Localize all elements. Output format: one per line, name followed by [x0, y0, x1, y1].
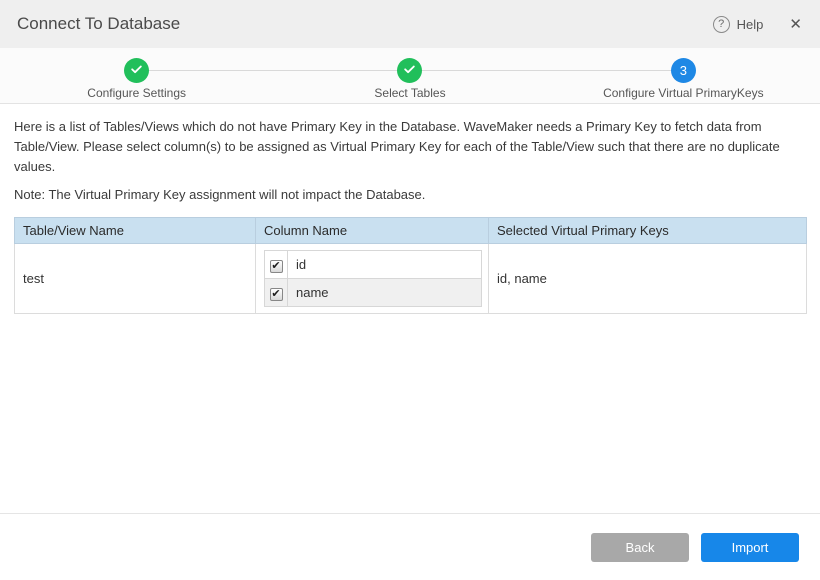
- step-select-tables[interactable]: Select Tables: [273, 48, 546, 103]
- help-icon[interactable]: ?: [713, 16, 730, 33]
- wizard-steps: Configure Settings Select Tables 3 Confi…: [0, 48, 820, 104]
- checkbox-cell: ✔: [265, 251, 288, 279]
- step1-circle[interactable]: [124, 58, 149, 83]
- header-table-view-name: Table/View Name: [15, 218, 256, 244]
- column-row-name: ✔ name: [265, 279, 482, 307]
- column-row-id: ✔ id: [265, 251, 482, 279]
- import-button[interactable]: Import: [701, 533, 799, 562]
- dialog-titlebar: Connect To Database ? Help ✕: [0, 0, 820, 48]
- table-row: test ✔ id ✔: [15, 244, 807, 314]
- header-selected-virtual-primary-keys: Selected Virtual Primary Keys: [489, 218, 807, 244]
- check-icon: [403, 63, 416, 79]
- description-text: Here is a list of Tables/Views which do …: [14, 117, 806, 177]
- close-icon[interactable]: ✕: [789, 17, 802, 32]
- checkbox-name[interactable]: ✔: [270, 288, 283, 301]
- column-label: id: [288, 251, 482, 279]
- table-header-row: Table/View Name Column Name Selected Vir…: [15, 218, 807, 244]
- step2-label: Select Tables: [273, 86, 546, 100]
- dialog-footer: Back Import: [0, 513, 820, 580]
- checkbox-cell: ✔: [265, 279, 288, 307]
- help-label[interactable]: Help: [737, 17, 764, 32]
- step-configure-settings[interactable]: Configure Settings: [0, 48, 273, 103]
- step1-label: Configure Settings: [0, 86, 273, 100]
- table-view-name-cell: test: [15, 244, 256, 314]
- main-content: Here is a list of Tables/Views which do …: [0, 104, 820, 314]
- column-label: name: [288, 279, 482, 307]
- checkbox-id[interactable]: ✔: [270, 260, 283, 273]
- step3-circle[interactable]: 3: [671, 58, 696, 83]
- header-column-name: Column Name: [256, 218, 489, 244]
- column-name-cell: ✔ id ✔ name: [256, 244, 489, 314]
- note-text: Note: The Virtual Primary Key assignment…: [14, 187, 806, 202]
- step2-circle[interactable]: [397, 58, 422, 83]
- help-button[interactable]: ? Help: [713, 16, 764, 33]
- step-configure-virtual-primarykeys[interactable]: 3 Configure Virtual PrimaryKeys: [547, 48, 820, 103]
- primary-keys-table: Table/View Name Column Name Selected Vir…: [14, 217, 807, 314]
- page-title: Connect To Database: [17, 14, 713, 34]
- column-checkbox-list: ✔ id ✔ name: [264, 250, 482, 307]
- back-button[interactable]: Back: [591, 533, 689, 562]
- selected-keys-cell: id, name: [489, 244, 807, 314]
- check-icon: [130, 63, 143, 79]
- step3-label: Configure Virtual PrimaryKeys: [547, 86, 820, 100]
